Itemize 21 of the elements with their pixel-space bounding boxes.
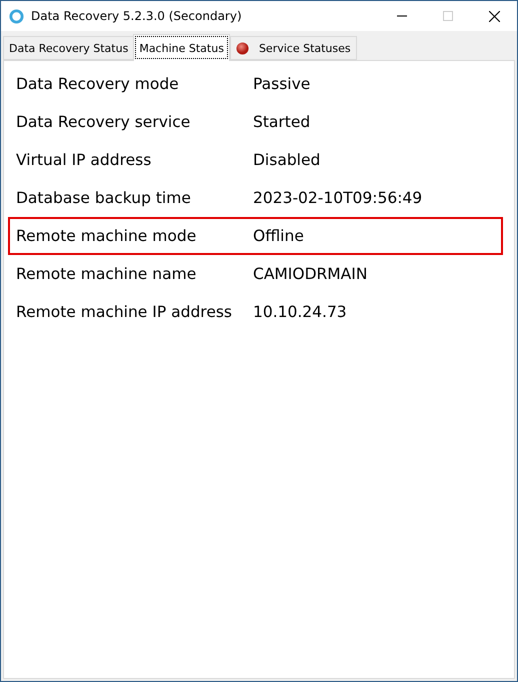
status-value: 10.10.24.73: [253, 303, 348, 321]
tab[interactable]: Data Recovery Status: [3, 36, 134, 60]
status-label: Virtual IP address: [16, 151, 152, 169]
tab[interactable]: Service Statuses: [230, 36, 357, 60]
status-value: Passive: [253, 75, 312, 93]
app-logo-icon: [9, 8, 24, 24]
status-label: Data Recovery mode: [16, 75, 180, 93]
status-value: CAMIODRMAIN: [253, 265, 368, 283]
status-label: Remote machine mode: [16, 227, 198, 245]
status-value: Started: [253, 113, 312, 131]
status-value: 2023-02-10T09:56:49: [253, 189, 424, 207]
status-label: Database backup time: [16, 189, 192, 207]
status-value: Disabled: [253, 151, 322, 169]
tab[interactable]: Machine Status: [133, 34, 230, 61]
status-label: Data Recovery service: [16, 113, 192, 131]
close-icon: [488, 10, 500, 22]
status-label: Remote machine name: [16, 265, 198, 283]
status-label: Remote machine IP address: [16, 303, 234, 321]
maximize-icon: [443, 11, 453, 21]
status-value: Offline: [253, 227, 305, 245]
window-title: Data Recovery 5.2.3.0 (Secondary): [31, 9, 243, 23]
